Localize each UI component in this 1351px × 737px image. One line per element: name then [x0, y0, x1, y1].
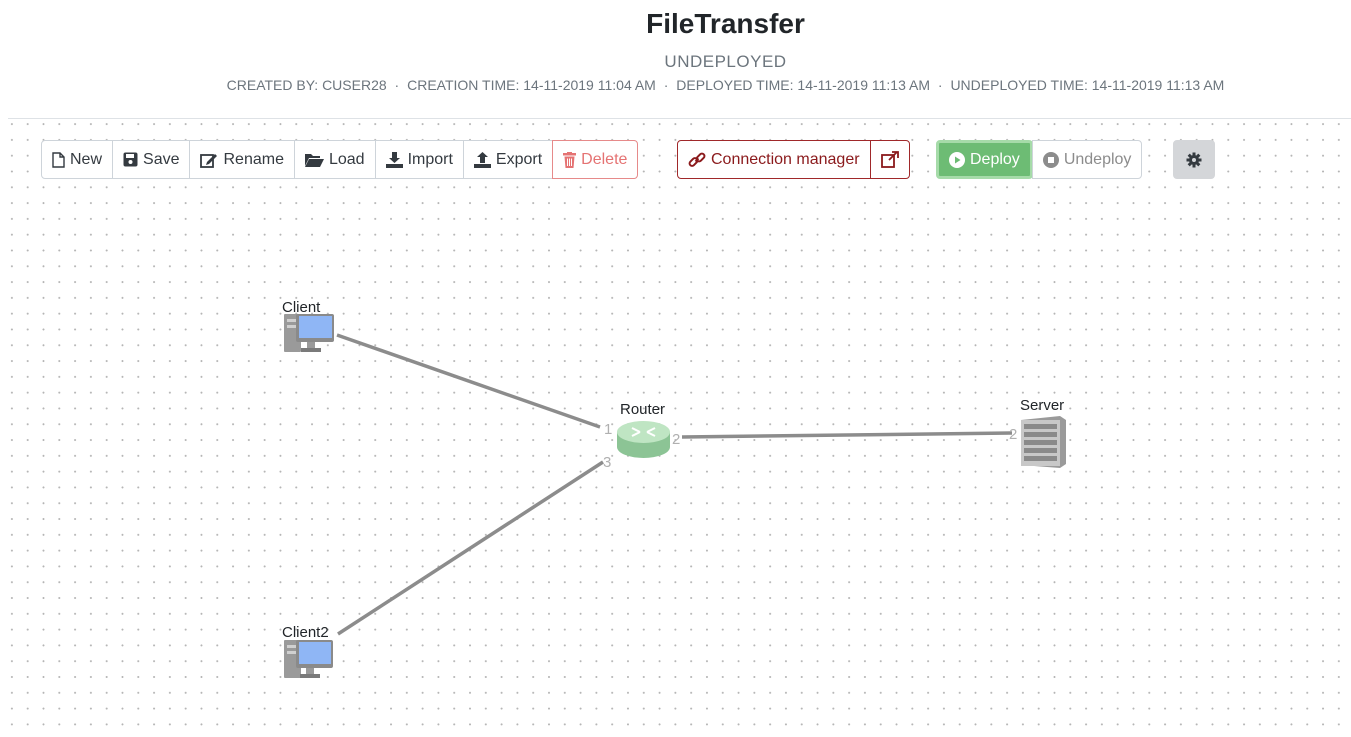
import-button[interactable]: Import	[374, 140, 464, 179]
load-button-label: Load	[328, 150, 365, 168]
created-by: CREATED BY: CUSER28	[226, 77, 387, 93]
topology-canvas[interactable]: 1 2 3 2 Client Client2 Router Server	[0, 120, 1351, 737]
server-icon	[1021, 416, 1066, 468]
file-icon	[52, 151, 65, 168]
link-icon	[688, 151, 706, 169]
settings-button[interactable]	[1173, 140, 1215, 179]
topology-svg: 1 2 3 2 Client Client2 Router Server	[282, 299, 1066, 678]
creation-time: CREATION TIME: 14-11-2019 11:04 AM	[407, 77, 656, 93]
router-port-3: 3	[603, 454, 611, 471]
computer-icon	[284, 640, 333, 678]
new-button[interactable]: New	[41, 140, 114, 179]
external-link-icon	[880, 151, 899, 168]
edit-icon	[200, 152, 218, 168]
router-port-2: 2	[672, 431, 680, 448]
settings-toolbar	[1173, 140, 1215, 179]
upload-icon	[473, 151, 491, 168]
delete-button-label: Delete	[581, 150, 628, 168]
export-button-label: Export	[495, 150, 543, 168]
node-server-label: Server	[1020, 397, 1064, 414]
server-port-2: 2	[1009, 426, 1017, 443]
new-button-label: New	[70, 150, 103, 168]
page: FileTransfer UNDEPLOYED CREATED BY: CUSE…	[0, 0, 1351, 737]
save-button-label: Save	[143, 150, 180, 168]
router-port-1: 1	[604, 421, 612, 438]
save-icon	[123, 152, 138, 167]
node-router-label: Router	[620, 401, 665, 418]
connection-toolbar: Connection manager	[677, 140, 910, 179]
deployment-status: UNDEPLOYED	[664, 52, 787, 71]
page-title: FileTransfer	[646, 8, 805, 39]
deploy-toolbar: Deploy Undeploy	[936, 140, 1143, 179]
rename-button-label: Rename	[223, 150, 284, 168]
link-router-server[interactable]	[681, 431, 1013, 439]
link-client2-router[interactable]	[337, 460, 604, 636]
rename-button[interactable]: Rename	[189, 140, 295, 179]
deployed-time: DEPLOYED TIME: 14-11-2019 11:13 AM	[676, 77, 930, 93]
node-client-label: Client	[282, 299, 321, 316]
open-external-button[interactable]	[869, 140, 910, 179]
metadata-line: CREATED BY: CUSER28 · CREATION TIME: 14-…	[0, 77, 1351, 93]
node-client2-label: Client2	[282, 624, 329, 641]
gear-icon	[1186, 152, 1202, 168]
folder-open-icon	[304, 153, 324, 167]
stop-circle-icon	[1042, 151, 1059, 168]
trash-icon	[563, 151, 577, 168]
connection-manager-label: Connection manager	[711, 150, 860, 168]
export-button[interactable]: Export	[462, 140, 554, 179]
separator: ·	[937, 77, 943, 93]
save-button[interactable]: Save	[112, 140, 191, 179]
undeploy-button[interactable]: Undeploy	[1031, 140, 1143, 179]
play-circle-icon	[949, 151, 965, 168]
computer-icon	[284, 314, 334, 352]
node-router[interactable]: Router	[617, 401, 670, 458]
node-client2[interactable]: Client2	[282, 624, 333, 678]
deploy-button-label: Deploy	[970, 150, 1020, 168]
router-icon	[617, 421, 670, 458]
node-client[interactable]: Client	[282, 299, 334, 352]
download-icon	[385, 151, 403, 168]
deploy-button[interactable]: Deploy	[936, 140, 1033, 179]
import-button-label: Import	[407, 150, 453, 168]
link-client-router[interactable]	[336, 333, 601, 429]
delete-button[interactable]: Delete	[552, 140, 639, 179]
undeploy-button-label: Undeploy	[1063, 150, 1132, 168]
load-button[interactable]: Load	[293, 140, 376, 179]
separator: ·	[394, 77, 400, 93]
file-toolbar: New Save Rename Load Import Export Delet…	[41, 140, 639, 179]
node-server[interactable]: Server	[1020, 397, 1066, 468]
connection-manager-button[interactable]: Connection manager	[677, 140, 871, 179]
undeployed-time: UNDEPLOYED TIME: 14-11-2019 11:13 AM	[950, 77, 1225, 93]
separator: ·	[663, 77, 669, 93]
header-divider	[8, 118, 1351, 119]
